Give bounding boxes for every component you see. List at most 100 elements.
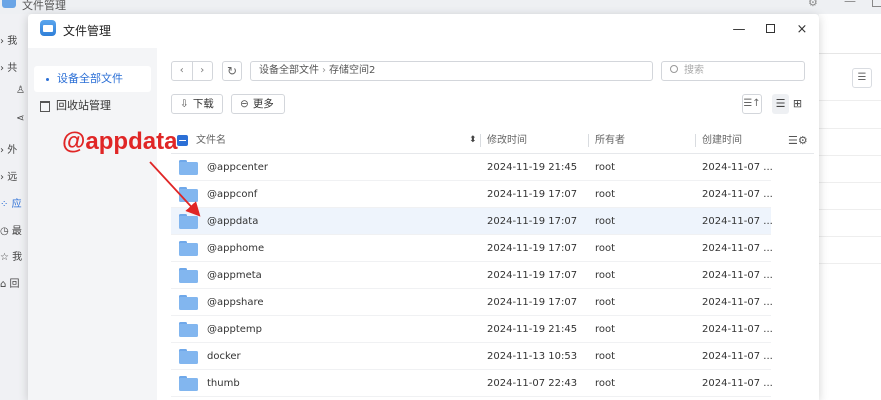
background-divider (819, 182, 881, 183)
list-view-icon[interactable]: ☰ (772, 94, 789, 114)
background-maximize-icon[interactable] (872, 0, 881, 7)
column-name-header[interactable]: 文件名 (196, 127, 226, 154)
background-minimize-icon[interactable]: — (844, 0, 856, 8)
created-time: 2024-11-07 ... (702, 378, 773, 389)
back-button[interactable]: ‹ (172, 62, 193, 80)
created-time: 2024-11-07 ... (702, 270, 773, 281)
file-name: @appcenter (207, 162, 268, 173)
modified-time: 2024-11-19 17:07 (487, 216, 578, 227)
folder-icon (179, 187, 198, 202)
background-sort-button[interactable]: ☰ (852, 68, 872, 88)
breadcrumb-item[interactable]: 设备全部文件 (259, 65, 319, 76)
download-icon: ⇩ (180, 98, 189, 110)
created-time: 2024-11-07 ... (702, 162, 773, 173)
file-manager-app-icon (2, 0, 16, 8)
breadcrumb-item[interactable]: 存储空间2 (329, 65, 375, 76)
column-owner-header[interactable]: 所有者 (595, 127, 625, 154)
folder-icon (179, 241, 198, 256)
modified-time: 2024-11-19 17:07 (487, 297, 578, 308)
created-time: 2024-11-07 ... (702, 216, 773, 227)
owner: root (595, 162, 616, 173)
background-titlebar: 文件管理 ⚙ — (0, 0, 881, 14)
search-icon (670, 65, 678, 73)
grid-view-icon[interactable]: ⊞ (789, 94, 806, 114)
modified-time: 2024-11-19 17:07 (487, 270, 578, 281)
table-row[interactable]: docker 2024-11-13 10:53 root 2024-11-07 ... (171, 343, 773, 370)
more-button[interactable]: ⊖ 更多 (231, 94, 285, 114)
table-row[interactable]: @appcenter 2024-11-19 21:45 root 2024-11-07… (171, 154, 773, 181)
column-settings-icon[interactable]: ☰⚙ (788, 127, 808, 154)
search-placeholder: 搜索 (684, 65, 704, 76)
owner: root (595, 324, 616, 335)
file-name: @appconf (207, 189, 258, 200)
breadcrumb-separator-icon: › (322, 65, 326, 76)
file-name: @appshare (207, 297, 264, 308)
background-sidebar-item[interactable]: ◷ 最 (0, 222, 30, 237)
modified-time: 2024-11-13 10:53 (487, 351, 578, 362)
column-modified-header[interactable]: 修改时间 (487, 127, 527, 154)
forward-button[interactable]: › (193, 62, 213, 80)
background-sidebar-item[interactable]: ☆ 我 (0, 248, 30, 263)
view-toggle: ☰ ⊞ (772, 94, 806, 114)
modified-time: 2024-11-19 21:45 (487, 162, 578, 173)
file-name: @apptemp (207, 324, 262, 335)
breadcrumb[interactable]: 设备全部文件 › 存储空间2 (250, 61, 653, 81)
background-sidebar-item[interactable]: › 远 (0, 168, 30, 183)
background-sidebar-item[interactable]: › 外 (0, 141, 30, 156)
column-created-header[interactable]: 创建时间 (702, 127, 742, 154)
background-divider (819, 128, 881, 129)
folder-icon (179, 322, 198, 337)
folder-icon (179, 160, 198, 175)
background-divider (819, 209, 881, 210)
background-sidebar-item-apps[interactable]: ⁘ 应 (0, 195, 30, 210)
file-name: @apphome (207, 243, 265, 254)
sort-icon[interactable]: ☰↑ (742, 94, 762, 114)
owner: root (595, 297, 616, 308)
table-row[interactable]: @apptemp 2024-11-19 21:45 root 2024-11-07 .… (171, 316, 773, 343)
file-name: @appmeta (207, 270, 262, 281)
background-sidebar: › 我 › 共 ♙ ⋖ › 外 › 远 ⁘ 应 ◷ 最 ☆ 我 ⌂ 回 (0, 14, 28, 400)
folder-icon (179, 376, 198, 391)
table-row[interactable]: @apphome 2024-11-19 17:07 root 2024-11-07 .… (171, 235, 773, 262)
file-name: @appdata (207, 216, 259, 227)
background-sidebar-item[interactable]: › 共 (0, 59, 30, 74)
owner: root (595, 189, 616, 200)
background-divider (819, 155, 881, 156)
background-sidebar-item[interactable]: ⌂ 回 (0, 275, 30, 290)
annotation-label: @appdata (62, 128, 178, 155)
owner: root (595, 270, 616, 281)
users-icon[interactable]: ♙ (0, 85, 30, 96)
select-all-checkbox[interactable] (177, 135, 188, 146)
more-icon: ⊖ (240, 98, 249, 110)
column-divider[interactable] (480, 134, 481, 147)
owner: root (595, 243, 616, 254)
table-row[interactable]: @appconf 2024-11-19 17:07 root 2024-11-07 .… (171, 181, 773, 208)
background-divider (819, 100, 881, 101)
table-row[interactable]: @appmeta 2024-11-19 17:07 root 2024-11-07 .… (171, 262, 773, 289)
modified-time: 2024-11-19 17:07 (487, 189, 578, 200)
column-divider[interactable] (588, 134, 589, 147)
file-name: docker (207, 351, 241, 362)
background-content-header (819, 36, 881, 54)
modified-time: 2024-11-19 17:07 (487, 243, 578, 254)
column-divider[interactable] (695, 134, 696, 147)
created-time: 2024-11-07 ... (702, 243, 773, 254)
sort-arrows-icon[interactable]: ⬍ (469, 127, 477, 154)
gear-icon[interactable]: ⚙ (808, 0, 818, 9)
owner: root (595, 351, 616, 362)
background-app-title: 文件管理 (22, 0, 66, 12)
folder-icon (179, 295, 198, 310)
download-button[interactable]: ⇩ 下载 (171, 94, 223, 114)
table-row[interactable]: thumb 2024-11-07 22:43 root 2024-11-07 ... (171, 370, 773, 397)
table-header: 文件名 ⬍ 修改时间 所有者 创建时间 ☰⚙ (171, 127, 814, 154)
search-input[interactable]: 搜索 (661, 61, 805, 81)
window-content: ‹ › ↻ 设备全部文件 › 存储空间2 搜索 ⇩ 下载 ⊖ 更多 ☰↑ ☰ ⊞ 文件名… (28, 14, 819, 400)
share-icon[interactable]: ⋖ (0, 113, 30, 124)
background-sidebar-item[interactable]: › 我 (0, 32, 30, 47)
table-row[interactable]: @appdata 2024-11-19 17:07 root 2024-11-07 .… (171, 208, 773, 235)
folder-icon (179, 268, 198, 283)
table-row[interactable]: @appshare 2024-11-19 17:07 root 2024-11-07 … (171, 289, 773, 316)
background-divider (819, 263, 881, 264)
refresh-button[interactable]: ↻ (222, 61, 242, 81)
owner: root (595, 216, 616, 227)
